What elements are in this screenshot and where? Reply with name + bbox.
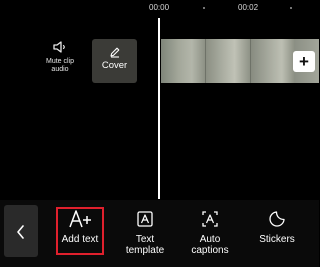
text-template-label: Text template — [125, 234, 165, 256]
text-template-button[interactable]: Text template — [122, 208, 168, 256]
text-template-icon — [122, 208, 168, 230]
time-label-start: 00:00 — [149, 3, 170, 12]
mute-clip-audio-button[interactable]: Mute clip audio — [40, 40, 80, 74]
clip-thumbnail — [206, 39, 250, 83]
plus-icon: + — [299, 52, 309, 71]
clip-thumbnail — [161, 39, 205, 83]
speaker-icon — [40, 40, 80, 54]
selection-highlight — [56, 207, 104, 255]
add-clip-button[interactable]: + — [293, 51, 315, 72]
clip-thumbnail — [251, 39, 295, 83]
mute-clip-audio-label: Mute clip audio — [45, 58, 74, 73]
stickers-icon — [253, 208, 301, 230]
time-label-2s: 00:02 — [238, 3, 259, 12]
cover-button[interactable]: Cover — [92, 39, 137, 83]
stickers-button[interactable]: Stickers — [253, 208, 301, 245]
pencil-icon — [92, 46, 137, 58]
cover-label: Cover — [101, 60, 128, 71]
auto-captions-label: Auto captions — [191, 234, 229, 256]
playhead[interactable] — [158, 18, 160, 199]
stickers-label: Stickers — [259, 234, 295, 245]
back-button[interactable] — [4, 205, 38, 257]
ruler-dot — [203, 7, 205, 9]
auto-captions-icon — [186, 208, 234, 230]
ruler-dot — [290, 7, 292, 9]
auto-captions-button[interactable]: Auto captions — [186, 208, 234, 256]
